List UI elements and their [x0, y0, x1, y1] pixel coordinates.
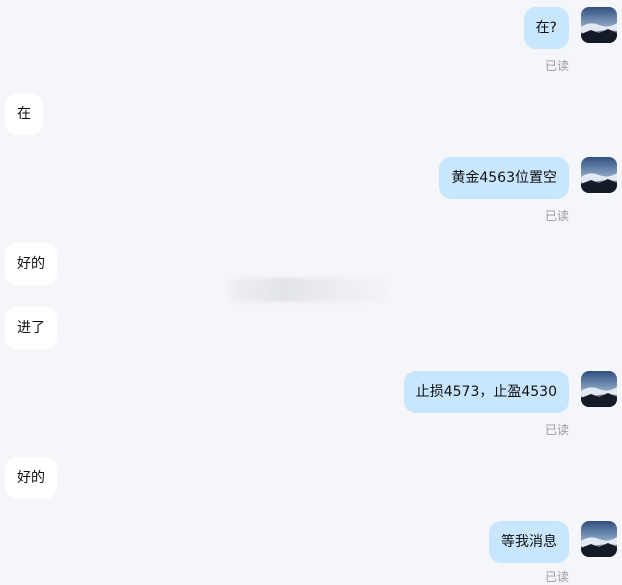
landscape-avatar-icon[interactable] — [581, 7, 617, 43]
outgoing-message-bubble[interactable]: 等我消息 — [489, 521, 569, 563]
incoming-message-bubble[interactable]: 好的 — [5, 457, 57, 499]
landscape-avatar-icon[interactable] — [581, 521, 617, 557]
redacted-area — [228, 278, 386, 302]
outgoing-message-bubble[interactable]: 黄金4563位置空 — [439, 157, 569, 199]
read-status: 已读 — [544, 59, 569, 73]
read-status: 已读 — [544, 570, 569, 584]
outgoing-message-bubble[interactable]: 止损4573，止盈4530 — [403, 371, 569, 413]
read-status: 已读 — [544, 423, 569, 437]
incoming-message-bubble[interactable]: 进了 — [5, 307, 57, 349]
read-status: 已读 — [544, 209, 569, 223]
incoming-message-bubble[interactable]: 好的 — [5, 243, 57, 285]
landscape-avatar-icon[interactable] — [581, 371, 617, 407]
incoming-message-bubble[interactable]: 在 — [5, 93, 43, 135]
landscape-avatar-icon[interactable] — [581, 157, 617, 193]
chat-message-list[interactable]: 在? 已读 在 黄金4563位置空 已读 好的 进了 止损4573，止盈4530… — [0, 0, 622, 584]
outgoing-message-bubble[interactable]: 在? — [523, 7, 569, 49]
